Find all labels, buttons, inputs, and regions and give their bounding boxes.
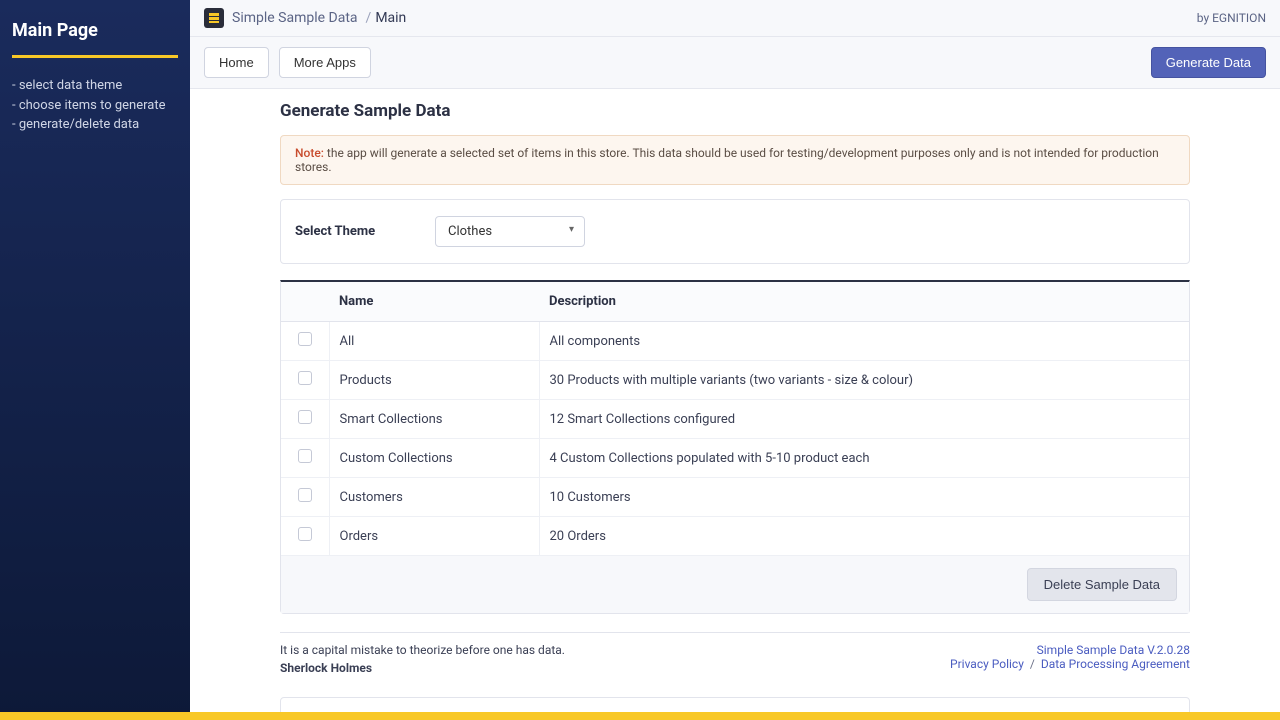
- row-desc: All components: [539, 322, 1189, 361]
- note-label: Note:: [295, 146, 324, 160]
- col-check: [281, 282, 329, 322]
- row-checkbox[interactable]: [298, 488, 312, 502]
- theme-select[interactable]: Clothes: [435, 216, 585, 247]
- note-box: Note: the app will generate a selected s…: [280, 135, 1190, 185]
- bottom-accent-bar: [0, 712, 1280, 720]
- theme-label: Select Theme: [295, 224, 435, 239]
- dpa-link[interactable]: Data Processing Agreement: [1041, 657, 1190, 671]
- quote: It is a capital mistake to theorize befo…: [280, 643, 565, 657]
- row-desc: 4 Custom Collections populated with 5-10…: [539, 439, 1189, 478]
- footer-left: It is a capital mistake to theorize befo…: [280, 643, 565, 675]
- row-desc: 20 Orders: [539, 517, 1189, 556]
- delete-sample-data-button[interactable]: Delete Sample Data: [1027, 568, 1177, 601]
- row-checkbox[interactable]: [298, 410, 312, 424]
- quote-author: Sherlock Holmes: [280, 661, 565, 675]
- generate-data-button[interactable]: Generate Data: [1151, 47, 1266, 78]
- table-row: Custom Collections 4 Custom Collections …: [281, 439, 1189, 478]
- sidebar-step: generate/delete data: [12, 115, 178, 135]
- breadcrumb-app[interactable]: Simple Sample Data: [232, 10, 358, 26]
- row-desc: 12 Smart Collections configured: [539, 400, 1189, 439]
- table-row: Customers 10 Customers: [281, 478, 1189, 517]
- row-desc: 10 Customers: [539, 478, 1189, 517]
- row-checkbox[interactable]: [298, 332, 312, 346]
- row-name: All: [329, 322, 539, 361]
- row-checkbox[interactable]: [298, 449, 312, 463]
- footer: It is a capital mistake to theorize befo…: [280, 643, 1190, 675]
- col-desc: Description: [539, 282, 1189, 322]
- row-name: Custom Collections: [329, 439, 539, 478]
- table-row: Orders 20 Orders: [281, 517, 1189, 556]
- row-name: Products: [329, 361, 539, 400]
- app-icon: [204, 8, 224, 28]
- col-name: Name: [329, 282, 539, 322]
- sidebar-title: Main Page: [12, 20, 178, 41]
- topbar: Simple Sample Data / Main by EGNITION: [190, 0, 1280, 37]
- row-checkbox[interactable]: [298, 527, 312, 541]
- privacy-link[interactable]: Privacy Policy: [950, 657, 1024, 671]
- sidebar-step: choose items to generate: [12, 96, 178, 116]
- row-name: Customers: [329, 478, 539, 517]
- home-button[interactable]: Home: [204, 47, 269, 78]
- toolbar: Home More Apps Generate Data: [190, 37, 1280, 89]
- row-name: Orders: [329, 517, 539, 556]
- row-name: Smart Collections: [329, 400, 539, 439]
- row-checkbox[interactable]: [298, 371, 312, 385]
- main-area: Simple Sample Data / Main by EGNITION Ho…: [190, 0, 1280, 720]
- footer-right: Simple Sample Data V.2.0.28 Privacy Poli…: [950, 643, 1190, 675]
- byline: by EGNITION: [1197, 11, 1266, 25]
- sidebar-underline: [12, 55, 178, 58]
- table-footer: Delete Sample Data: [281, 556, 1189, 613]
- row-desc: 30 Products with multiple variants (two …: [539, 361, 1189, 400]
- page-title: Generate Sample Data: [280, 101, 1190, 121]
- table-row: All All components: [281, 322, 1189, 361]
- theme-section: Select Theme Clothes: [280, 199, 1190, 264]
- breadcrumb-separator: /: [366, 10, 372, 26]
- breadcrumb-page: Main: [375, 10, 406, 26]
- content: Generate Sample Data Note: the app will …: [190, 89, 1280, 720]
- sidebar: Main Page select data theme choose items…: [0, 0, 190, 720]
- version-link[interactable]: Simple Sample Data V.2.0.28: [1037, 643, 1190, 657]
- sidebar-step: select data theme: [12, 76, 178, 96]
- items-table: Name Description All All components Prod…: [280, 280, 1190, 614]
- note-text: the app will generate a selected set of …: [295, 146, 1159, 174]
- link-separator: /: [1030, 657, 1035, 671]
- sidebar-steps: select data theme choose items to genera…: [12, 76, 178, 135]
- more-apps-button[interactable]: More Apps: [279, 47, 371, 78]
- table-row: Products 30 Products with multiple varia…: [281, 361, 1189, 400]
- table-row: Smart Collections 12 Smart Collections c…: [281, 400, 1189, 439]
- divider: [280, 632, 1190, 633]
